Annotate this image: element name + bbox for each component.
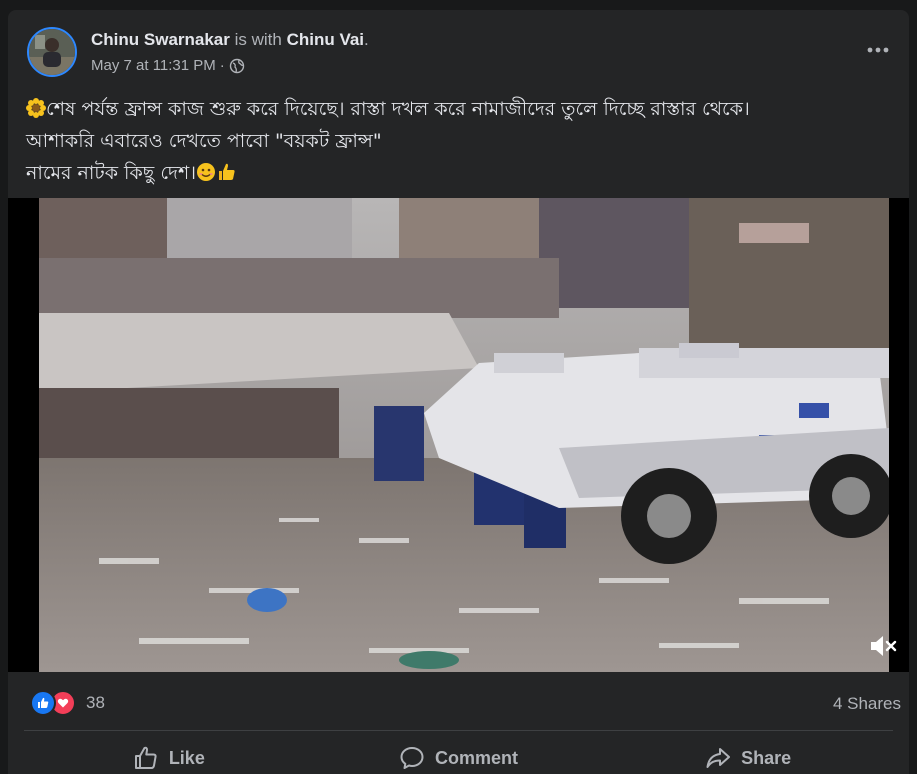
speaker-muted-icon[interactable] xyxy=(867,630,899,662)
post-text: শেষ পর্যন্ত ফ্রান্স কাজ শুরু করে দিয়েছে… xyxy=(26,94,896,190)
comment-icon xyxy=(400,747,424,769)
reaction-count[interactable]: 38 xyxy=(86,693,105,713)
reactions-summary[interactable]: 38 xyxy=(30,690,105,716)
video-frame xyxy=(39,198,889,672)
period: . xyxy=(364,30,369,49)
sunflower-emoji xyxy=(26,98,46,118)
share-icon xyxy=(706,748,731,768)
with-text: is with xyxy=(234,30,282,49)
post-text-line-1: শেষ পর্যন্ত ফ্রান্স কাজ শুরু করে দিয়েছে… xyxy=(26,94,896,124)
author-line: Chinu Swarnakar is with Chinu Vai. xyxy=(91,30,369,50)
video-player[interactable] xyxy=(8,198,909,672)
post-timestamp[interactable]: May 7 at 11:31 PM xyxy=(91,57,216,74)
author-name[interactable]: Chinu Swarnakar xyxy=(91,30,230,49)
thumbs-up-emoji xyxy=(219,163,235,180)
like-icon xyxy=(134,746,157,769)
actions-divider xyxy=(24,730,893,731)
share-label: Share xyxy=(741,747,792,768)
share-button[interactable]: Share xyxy=(603,736,893,774)
avatar-image xyxy=(29,29,75,75)
post-card: Chinu Swarnakar is with Chinu Vai. May 7… xyxy=(8,10,909,774)
post-actions: Like Comment Share xyxy=(24,736,893,774)
meta-separator: · xyxy=(219,57,225,74)
more-dots-icon xyxy=(867,47,889,53)
avatar[interactable] xyxy=(27,27,77,77)
post-header: Chinu Swarnakar is with Chinu Vai. May 7… xyxy=(8,10,909,90)
post-stats: 38 4 Shares xyxy=(8,686,909,720)
like-button[interactable]: Like xyxy=(24,736,314,774)
post-text-line-3: নামের নাটক কিছু দেশ। xyxy=(26,158,896,188)
smile-emoji xyxy=(197,163,216,181)
shares-count[interactable]: 4 Shares xyxy=(833,694,901,714)
post-text-line-2: আশাকরি এবারেও দেখতে পাবো "বয়কট ফ্রান্স" xyxy=(26,126,896,156)
like-label: Like xyxy=(168,747,205,768)
post-text-line-3-text: নামের নাটক কিছু দেশ। xyxy=(26,162,197,184)
more-options-button[interactable] xyxy=(861,38,895,62)
tagged-name[interactable]: Chinu Vai xyxy=(287,30,364,49)
post-text-line-2-text: আশাকরি এবারেও দেখতে পাবো "বয়কট ফ্রান্স" xyxy=(26,130,382,152)
post-text-line-1-text: শেষ পর্যন্ত ফ্রান্স কাজ শুরু করে দিয়েছে… xyxy=(46,98,750,120)
like-reaction-icon xyxy=(30,690,56,716)
comment-button[interactable]: Comment xyxy=(314,736,604,774)
globe-icon[interactable] xyxy=(229,58,245,74)
comment-label: Comment xyxy=(435,747,519,768)
post-meta: May 7 at 11:31 PM · xyxy=(91,57,245,74)
